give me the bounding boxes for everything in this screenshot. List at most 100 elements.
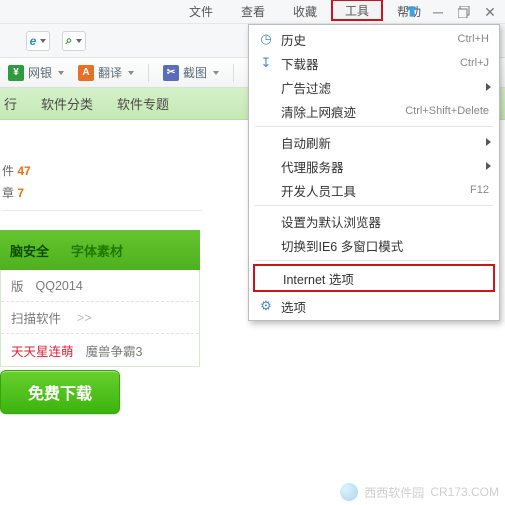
chevron-right-icon xyxy=(486,138,491,146)
item-col1: 版 xyxy=(11,276,24,295)
bookmark-bank[interactable]: ¥ 网银 xyxy=(8,64,64,81)
menu-item-label: 清除上网痕迹 xyxy=(281,102,405,121)
blank-icon xyxy=(257,181,275,199)
skin-button[interactable] xyxy=(401,3,423,21)
menu-item-history[interactable]: ◷ 历史 Ctrl+H xyxy=(249,27,499,51)
menu-item-label: 设置为默认浏览器 xyxy=(281,212,499,231)
menu-item-label: 下载器 xyxy=(281,54,460,73)
panel-head-item-1[interactable]: 字体素材 xyxy=(71,241,123,260)
menu-item-label: 自动刷新 xyxy=(281,133,499,152)
more-indicator: >> xyxy=(77,311,92,325)
item-col1: 天天星连萌 xyxy=(11,341,74,360)
blank-icon xyxy=(257,78,275,96)
bookmark-snip[interactable]: ✂ 截图 xyxy=(163,64,219,81)
bank-icon: ¥ xyxy=(8,65,24,81)
download-icon: ↧ xyxy=(257,54,275,72)
separator xyxy=(233,64,234,82)
separator xyxy=(148,64,149,82)
search-favicon-button[interactable]: ⌕ xyxy=(62,31,86,51)
watermark-url: CR173.COM xyxy=(430,485,499,499)
list-item[interactable]: 天天星连萌 魔兽争霸3 xyxy=(1,334,199,366)
counts-row-1: 件 47 xyxy=(2,160,202,182)
chevron-down-icon xyxy=(76,39,82,43)
bookmark-label: 翻译 xyxy=(98,64,122,81)
download-label: 免费下载 xyxy=(28,380,92,404)
bookmark-translate[interactable]: A 翻译 xyxy=(78,64,134,81)
menu-item-shortcut: Ctrl+Shift+Delete xyxy=(405,105,489,117)
menu-item-adblock[interactable]: 广告过滤 xyxy=(249,75,499,99)
menu-item-proxy[interactable]: 代理服务器 xyxy=(249,154,499,178)
counts-value: 7 xyxy=(17,186,24,200)
tools-menu: ◷ 历史 Ctrl+H ↧ 下载器 Ctrl+J 广告过滤 清除上网痕迹 Ctr… xyxy=(248,24,500,321)
panel-head-item-0[interactable]: 脑安全 xyxy=(10,241,49,260)
menu-item-label: 代理服务器 xyxy=(281,157,499,176)
download-button[interactable]: 免费下载 xyxy=(0,370,120,414)
close-button[interactable]: ✕ xyxy=(479,3,501,21)
chevron-right-icon xyxy=(486,162,491,170)
restore-icon xyxy=(458,6,470,18)
scissors-icon: ✂ xyxy=(163,65,179,81)
menu-item-internet-options[interactable]: Internet 选项 xyxy=(253,264,495,292)
bookmark-label: 网银 xyxy=(28,64,52,81)
menu-view[interactable]: 查看 xyxy=(227,0,279,23)
menu-separator xyxy=(255,260,493,261)
counts-block: 件 47 章 7 xyxy=(2,160,202,219)
gear-icon: ⚙ xyxy=(257,297,275,315)
menu-item-default-browser[interactable]: 设置为默认浏览器 xyxy=(249,209,499,233)
menu-separator xyxy=(255,126,493,127)
restore-button[interactable] xyxy=(453,3,475,21)
menu-item-shortcut: F12 xyxy=(470,184,489,196)
watermark-site: 西西软件园 xyxy=(364,484,424,501)
window-controls: ─ ✕ xyxy=(401,0,501,24)
menu-item-devtools[interactable]: 开发人员工具 F12 xyxy=(249,178,499,202)
chevron-down-icon xyxy=(40,39,46,43)
menu-item-clear-tracks[interactable]: 清除上网痕迹 Ctrl+Shift+Delete xyxy=(249,99,499,123)
side-panel: 脑安全 字体素材 版 QQ2014 扫描软件 >> 天天星连萌 魔兽争霸3 xyxy=(0,230,200,367)
menu-item-options[interactable]: ⚙ 选项 xyxy=(249,294,499,318)
blank-icon xyxy=(257,157,275,175)
item-col1: 扫描软件 xyxy=(11,308,61,327)
panel-body: 版 QQ2014 扫描软件 >> 天天星连萌 魔兽争霸3 xyxy=(0,270,200,367)
nav-tab-2[interactable]: 软件专题 xyxy=(117,94,169,113)
menu-item-label: 切换到IE6 多窗口模式 xyxy=(281,236,499,255)
menu-separator xyxy=(255,205,493,206)
menu-tools[interactable]: 工具 xyxy=(331,0,383,21)
bookmark-label: 截图 xyxy=(183,64,207,81)
blank-icon xyxy=(257,102,275,120)
menu-item-label: Internet 选项 xyxy=(283,269,493,288)
blank-icon xyxy=(257,212,275,230)
site-logo-icon xyxy=(340,483,358,501)
chevron-right-icon xyxy=(486,83,491,91)
list-item[interactable]: 版 QQ2014 xyxy=(1,270,199,302)
menu-fav[interactable]: 收藏 xyxy=(279,0,331,23)
nav-tab-1[interactable]: 软件分类 xyxy=(41,94,93,113)
menu-item-shortcut: Ctrl+H xyxy=(458,33,489,45)
chevron-down-icon xyxy=(128,71,134,75)
item-col2: 魔兽争霸3 xyxy=(86,341,143,360)
watermark: 西西软件园 CR173.COM xyxy=(340,483,499,501)
menu-item-shortcut: Ctrl+J xyxy=(460,57,489,69)
counts-label: 件 xyxy=(2,164,14,178)
blank-icon xyxy=(259,269,277,287)
blank-icon xyxy=(257,133,275,151)
menu-item-ie6-mode[interactable]: 切换到IE6 多窗口模式 xyxy=(249,233,499,257)
menu-item-autorefresh[interactable]: 自动刷新 xyxy=(249,130,499,154)
translate-icon: A xyxy=(78,65,94,81)
menu-file[interactable]: 文件 xyxy=(175,0,227,23)
counts-label: 章 xyxy=(2,186,14,200)
ie-favicon-icon: e xyxy=(30,34,37,48)
nav-tab-0[interactable]: 行 xyxy=(4,94,17,113)
clock-icon: ◷ xyxy=(257,30,275,48)
minimize-button[interactable]: ─ xyxy=(427,3,449,21)
panel-head: 脑安全 字体素材 xyxy=(0,230,200,270)
menu-item-label: 广告过滤 xyxy=(281,78,499,97)
menu-item-downloads[interactable]: ↧ 下载器 Ctrl+J xyxy=(249,51,499,75)
ie-favicon-button[interactable]: e xyxy=(26,31,50,51)
chevron-down-icon xyxy=(213,71,219,75)
list-item[interactable]: 扫描软件 >> xyxy=(1,302,199,334)
search-icon: ⌕ xyxy=(66,33,73,48)
counts-value: 47 xyxy=(17,164,30,178)
blank-icon xyxy=(257,236,275,254)
divider xyxy=(2,210,202,211)
menu-item-label: 历史 xyxy=(281,30,458,49)
